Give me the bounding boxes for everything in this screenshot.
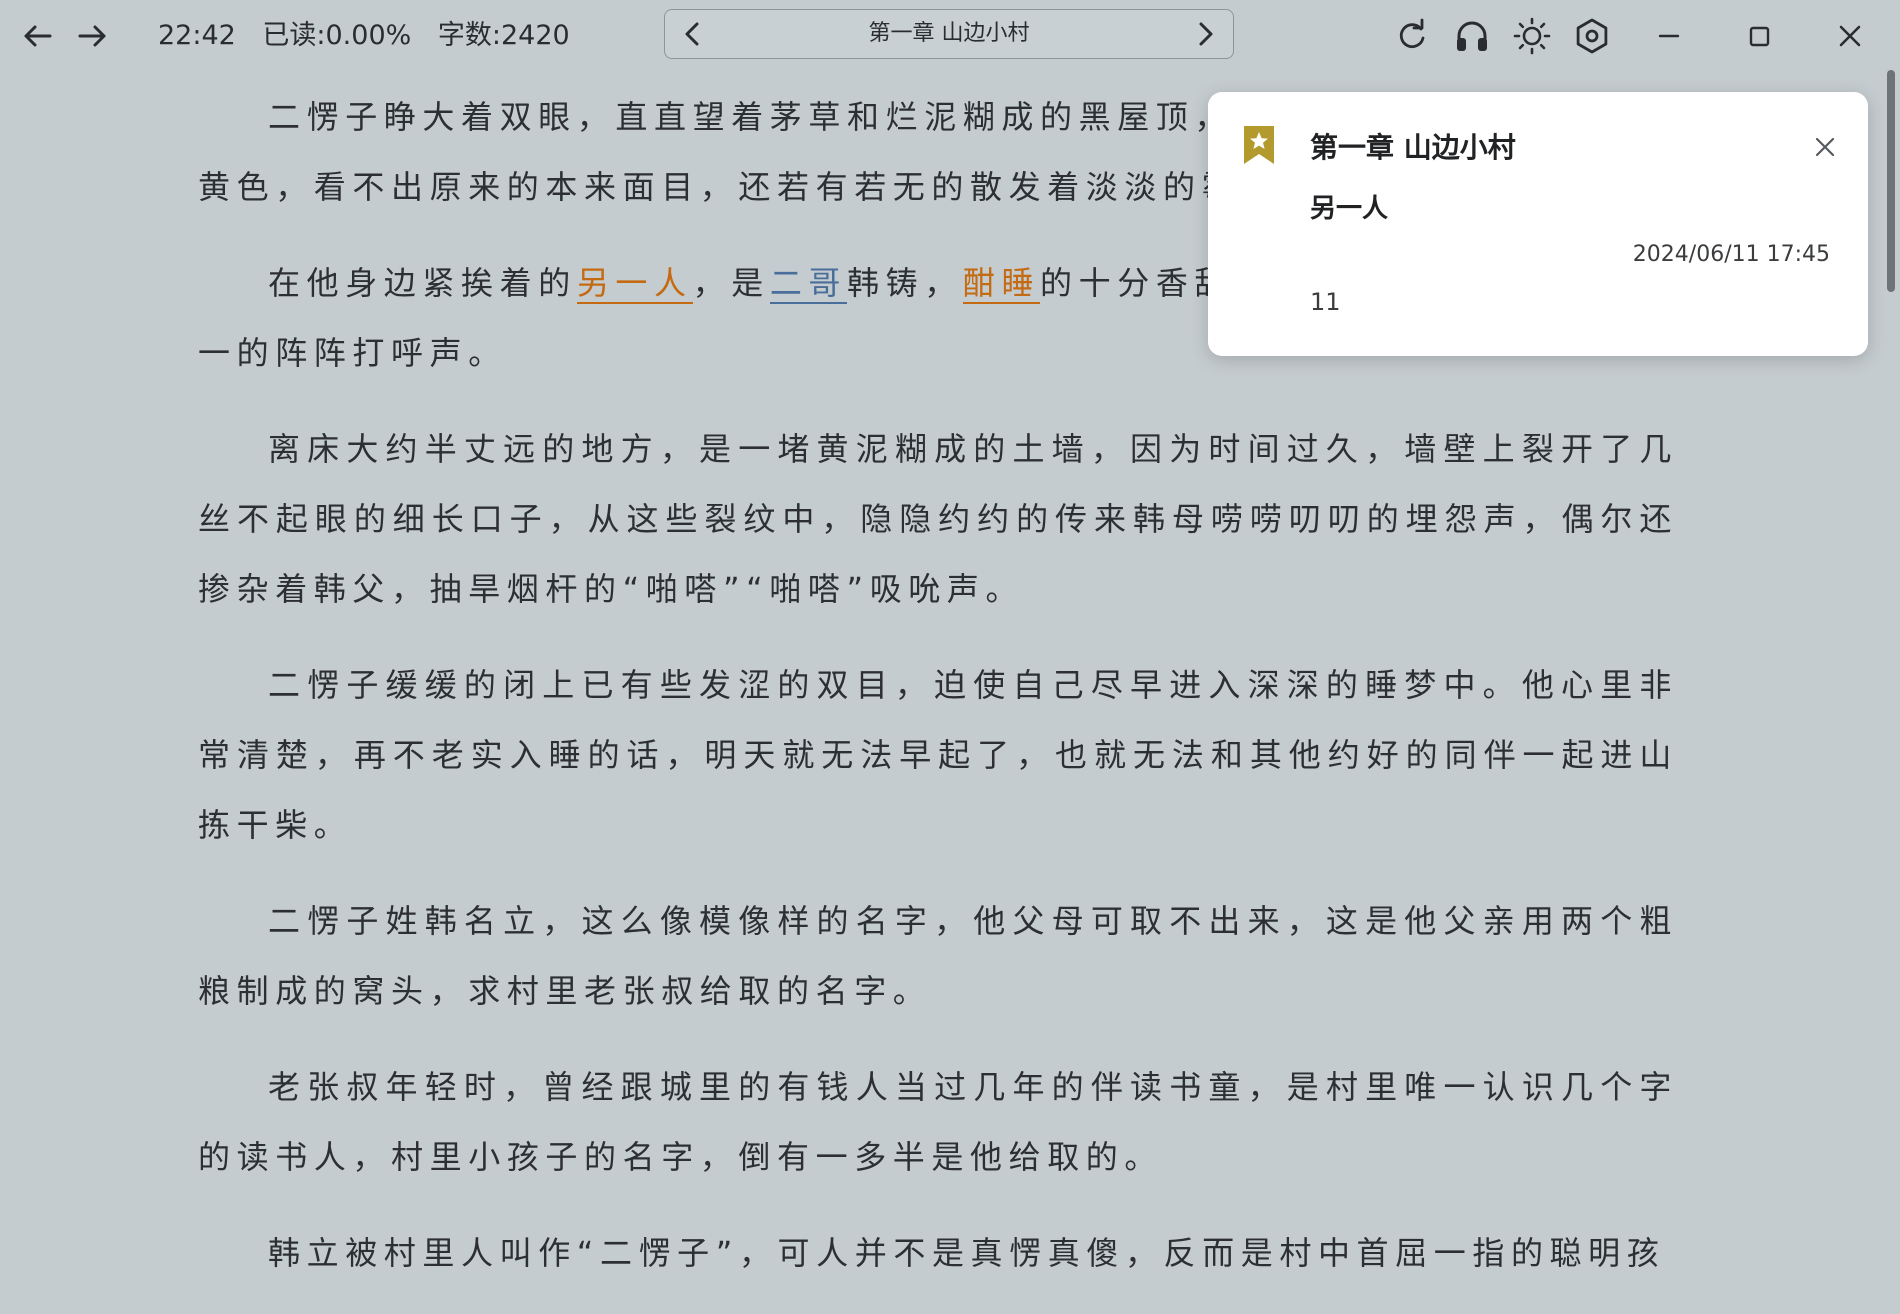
- minimize-button[interactable]: [1647, 14, 1691, 58]
- bookmark-chapter: 第一章 山边小村: [1310, 131, 1516, 164]
- paragraph-text: 韩铸，: [847, 264, 963, 302]
- paragraph-text: 的十分香甜: [1040, 264, 1234, 302]
- paragraph-text: ，是: [692, 264, 770, 302]
- read-progress: 已读:0.00%: [262, 20, 412, 51]
- paragraph: 韩立被村里人叫作“二愣子”，可人并不是真愣真傻，反而是村中首屈一指的聪明孩: [268, 1234, 1666, 1272]
- paragraph-text: 二愣子睁大着双眼，直直望着茅草和烂泥糊成的黑屋顶，: [268, 98, 1234, 136]
- bookmark-selected-text: 另一人: [1310, 194, 1389, 224]
- bookmark-timestamp: 2024/06/11 17:45: [1632, 242, 1830, 267]
- settings-button[interactable]: [1570, 14, 1614, 58]
- prev-chapter-button[interactable]: [665, 10, 721, 58]
- brightness-button[interactable]: [1510, 14, 1554, 58]
- highlight-text[interactable]: 另一人: [576, 264, 693, 304]
- highlight-text[interactable]: 酣睡: [962, 264, 1041, 304]
- forward-button[interactable]: [70, 14, 114, 58]
- minimize-icon: [1658, 34, 1680, 38]
- bookmark-note[interactable]: 11: [1310, 288, 1341, 316]
- close-icon: [1839, 25, 1861, 47]
- paragraph: 二愣子缓缓的闭上已有些发涩的双目，迫使自己尽早进入深深的睡梦中。他心里非常清楚，…: [198, 666, 1678, 844]
- refresh-icon: [1399, 18, 1425, 48]
- refresh-button[interactable]: [1390, 14, 1434, 58]
- maximize-icon: [1749, 26, 1770, 47]
- chapter-title[interactable]: 第一章 山边小村: [721, 10, 1177, 58]
- arrow-left-icon: [24, 25, 52, 47]
- sun-icon: [1513, 17, 1551, 55]
- paragraph: 离床大约半丈远的地方，是一堵黄泥糊成的土墙，因为时间过久，墙壁上裂开了几丝不起眼…: [198, 430, 1678, 608]
- close-window-button[interactable]: [1828, 14, 1872, 58]
- next-chapter-button[interactable]: [1177, 10, 1233, 58]
- chevron-left-icon: [685, 22, 699, 46]
- headphones-icon: [1457, 21, 1487, 51]
- paragraph: 老张叔年轻时，曾经跟城里的有钱人当过几年的伴读书童，是村里唯一认识几个字的读书人…: [198, 1068, 1678, 1176]
- paragraph-text: 一的阵阵打呼声。: [198, 334, 507, 372]
- paragraph: 二愣子姓韩名立，这么像模像样的名字，他父母可取不出来，这是他父亲用两个粗粮制成的…: [198, 902, 1678, 1010]
- word-count: 字数:2420: [437, 20, 570, 51]
- chapter-navigator: 第一章 山边小村: [664, 9, 1234, 59]
- gear-icon: [1576, 18, 1608, 54]
- title-bar: 22:42 已读:0.00% 字数:2420 第一章 山边小村: [0, 0, 1900, 72]
- paragraph-text: 黄色，看不出原来的本来面目，还若有若无的散发着淡淡的霉: [198, 168, 1241, 206]
- back-button[interactable]: [16, 14, 60, 58]
- maximize-button[interactable]: [1737, 14, 1781, 58]
- paragraph-text: 在他身边紧挨着的: [268, 264, 577, 302]
- bookmark-icon: [1244, 126, 1274, 164]
- listen-button[interactable]: [1450, 14, 1494, 58]
- chevron-right-icon: [1199, 22, 1213, 46]
- clock-time: 22:42: [158, 20, 236, 51]
- close-popup-icon[interactable]: [1808, 130, 1842, 164]
- arrow-right-icon: [78, 25, 106, 47]
- reading-status: 22:42 已读:0.00% 字数:2420: [158, 16, 588, 56]
- highlight-text[interactable]: 二哥: [769, 264, 848, 304]
- bookmark-popup: 第一章 山边小村 另一人 2024/06/11 17:45 11: [1208, 92, 1868, 356]
- scrollbar-thumb[interactable]: [1887, 70, 1895, 292]
